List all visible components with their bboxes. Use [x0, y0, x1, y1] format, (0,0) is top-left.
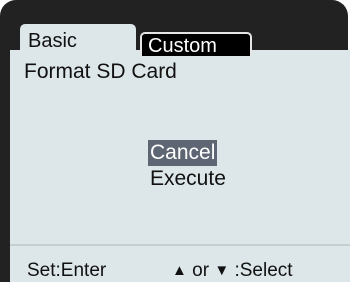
- menu-item-execute[interactable]: Execute: [148, 166, 228, 192]
- footer-divider: [10, 244, 350, 246]
- select-hint: ▲ or ▼ :Select: [172, 260, 293, 282]
- select-text: :Select: [234, 260, 293, 281]
- or-text: or: [192, 260, 210, 281]
- option-menu: Cancel Execute: [148, 140, 228, 192]
- tab-basic-label: Basic: [28, 30, 77, 52]
- enter-hint: Set:Enter: [27, 260, 107, 281]
- tab-basic[interactable]: Basic: [20, 24, 136, 56]
- page-title: Format SD Card: [24, 60, 177, 83]
- camera-menu-screen: Basic Custom Format SD Card Cancel Execu…: [0, 0, 362, 282]
- tab-custom-label: Custom: [148, 35, 217, 57]
- menu-item-cancel[interactable]: Cancel: [148, 140, 218, 166]
- triangle-down-icon: ▼: [214, 262, 230, 279]
- footer-bar: Set:Enter ▲ or ▼ :Select: [0, 244, 362, 282]
- triangle-up-icon: ▲: [172, 262, 187, 279]
- tab-custom[interactable]: Custom: [140, 32, 252, 57]
